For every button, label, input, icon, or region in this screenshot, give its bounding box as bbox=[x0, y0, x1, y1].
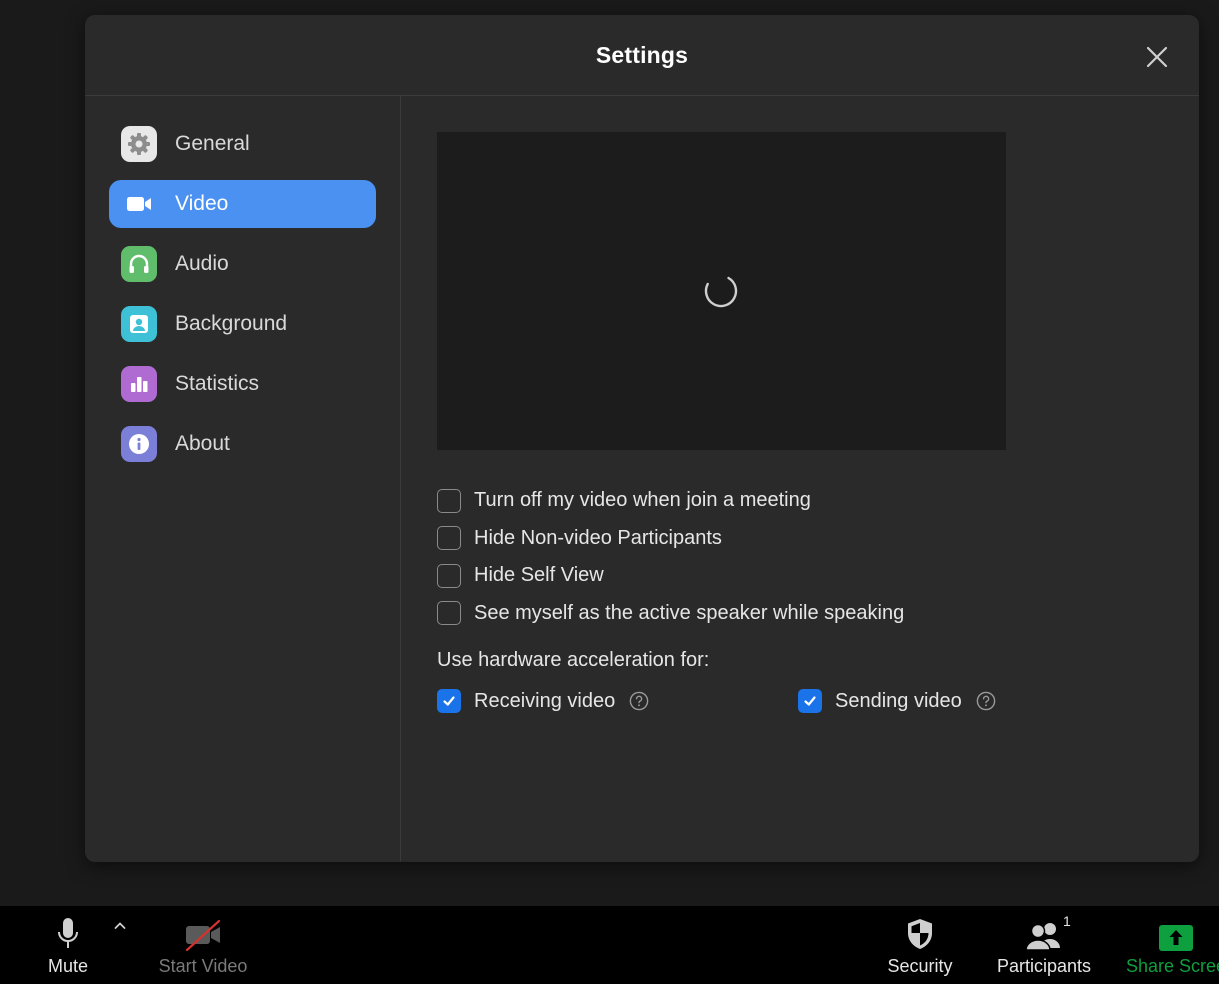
meeting-toolbar: Mute Start Video Security Participants 1… bbox=[0, 906, 1219, 984]
sidebar-item-background[interactable]: Background bbox=[109, 300, 376, 348]
sidebar-item-label: Background bbox=[175, 312, 288, 335]
option-label: Sending video bbox=[835, 689, 962, 712]
dialog-title: Settings bbox=[595, 41, 689, 68]
option-turn-off-video[interactable]: Turn off my video when join a meeting bbox=[437, 482, 1199, 520]
settings-sidebar: General Video Audio Background Statistic… bbox=[85, 96, 401, 861]
microphone-icon bbox=[54, 906, 82, 952]
sidebar-item-label: Audio bbox=[175, 252, 229, 275]
option-label: Receiving video bbox=[474, 689, 616, 712]
video-off-icon bbox=[183, 906, 223, 952]
app-window: Settings General Video Audio Background … bbox=[0, 0, 1219, 984]
participants-count-badge: 1 bbox=[1063, 913, 1071, 929]
sidebar-item-about[interactable]: About bbox=[109, 420, 376, 468]
share-screen-label: Share Scree bbox=[1126, 956, 1219, 976]
share-screen-button[interactable]: Share Scree bbox=[1124, 906, 1219, 984]
checkbox-checked[interactable] bbox=[437, 689, 461, 713]
option-receiving-video[interactable]: Receiving video bbox=[437, 689, 649, 713]
security-label: Security bbox=[887, 956, 953, 976]
video-camera-icon bbox=[121, 186, 157, 222]
mute-label: Mute bbox=[47, 956, 89, 976]
checkbox-checked[interactable] bbox=[798, 689, 822, 713]
video-preview bbox=[437, 132, 1006, 450]
participants-label: Participants bbox=[996, 956, 1092, 976]
headphones-icon bbox=[121, 246, 157, 282]
close-icon bbox=[1146, 46, 1168, 68]
checkbox[interactable] bbox=[437, 601, 461, 626]
option-hide-non-video[interactable]: Hide Non-video Participants bbox=[437, 520, 1199, 558]
video-options: Turn off my video when join a meeting Hi… bbox=[437, 482, 1199, 719]
option-active-speaker[interactable]: See myself as the active speaker while s… bbox=[437, 595, 1199, 633]
portrait-icon bbox=[121, 306, 157, 342]
option-label: Turn off my video when join a meeting bbox=[474, 489, 811, 512]
option-label: Hide Self View bbox=[474, 564, 604, 587]
checkbox[interactable] bbox=[437, 488, 461, 513]
help-icon[interactable] bbox=[629, 691, 649, 711]
participants-button[interactable]: Participants 1 bbox=[994, 906, 1094, 984]
video-settings-panel: Turn off my video when join a meeting Hi… bbox=[401, 96, 1199, 861]
close-button[interactable] bbox=[1145, 45, 1169, 69]
option-hide-self-view[interactable]: Hide Self View bbox=[437, 557, 1199, 595]
option-label: Hide Non-video Participants bbox=[474, 526, 722, 549]
start-video-label: Start Video bbox=[158, 956, 248, 976]
sidebar-item-label: Statistics bbox=[175, 372, 260, 395]
bar-chart-icon bbox=[121, 366, 157, 402]
share-screen-icon bbox=[1124, 906, 1219, 952]
hardware-acceleration-heading: Use hardware acceleration for: bbox=[437, 649, 710, 671]
hardware-acceleration-options: Receiving video Sending video bbox=[437, 683, 1199, 719]
sidebar-item-label: Video bbox=[175, 192, 229, 215]
sidebar-item-audio[interactable]: Audio bbox=[109, 240, 376, 288]
checkmark-icon bbox=[804, 696, 816, 706]
dialog-header: Settings bbox=[85, 15, 1199, 96]
checkbox[interactable] bbox=[437, 563, 461, 588]
sidebar-item-label: About bbox=[175, 432, 230, 455]
security-button[interactable]: Security bbox=[884, 906, 956, 984]
participants-icon bbox=[1023, 906, 1065, 952]
sidebar-item-statistics[interactable]: Statistics bbox=[109, 360, 376, 408]
mute-button[interactable]: Mute bbox=[36, 906, 100, 984]
checkbox[interactable] bbox=[437, 526, 461, 551]
option-sending-video[interactable]: Sending video bbox=[798, 689, 996, 713]
chevron-up-icon[interactable] bbox=[112, 918, 128, 934]
sidebar-item-general[interactable]: General bbox=[109, 120, 376, 168]
settings-dialog: Settings General Video Audio Background … bbox=[85, 15, 1199, 862]
gear-icon bbox=[121, 126, 157, 162]
start-video-button[interactable]: Start Video bbox=[152, 906, 254, 984]
info-icon bbox=[121, 426, 157, 462]
sidebar-item-video[interactable]: Video bbox=[109, 180, 376, 228]
option-label: See myself as the active speaker while s… bbox=[474, 601, 905, 624]
loading-spinner-icon bbox=[704, 274, 738, 308]
shield-icon bbox=[905, 906, 935, 952]
help-icon[interactable] bbox=[976, 691, 996, 711]
sidebar-item-label: General bbox=[175, 132, 250, 155]
checkmark-icon bbox=[443, 696, 455, 706]
